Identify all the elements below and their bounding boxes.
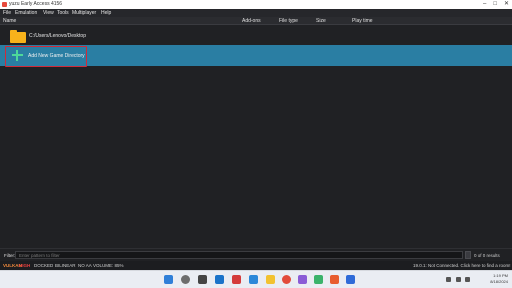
- menu-view[interactable]: View: [43, 9, 54, 17]
- wifi-icon[interactable]: [456, 277, 461, 282]
- status-network[interactable]: 19.0.1: Not Connected. Click here to fin…: [413, 261, 511, 270]
- filter-result-count: 0 of 0 results: [474, 253, 500, 258]
- filter-clear-button[interactable]: [465, 251, 471, 259]
- maximize-icon[interactable]: □: [493, 0, 497, 9]
- menu-tools[interactable]: Tools: [57, 9, 69, 17]
- edge-icon[interactable]: [249, 275, 258, 284]
- close-icon[interactable]: ✕: [504, 0, 509, 9]
- status-gpu-accuracy[interactable]: HIGH: [19, 261, 30, 270]
- column-addons[interactable]: Add-ons: [242, 17, 261, 25]
- filter-label: Filter:: [4, 253, 16, 258]
- menu-emulation[interactable]: Emulation: [15, 9, 37, 17]
- filter-input[interactable]: [16, 252, 462, 258]
- chrome-icon[interactable]: [282, 275, 291, 284]
- filter-field: [15, 251, 463, 259]
- title-bar: yuzu Early Access 4156 – □ ✕: [0, 0, 512, 9]
- window-title: yuzu Early Access 4156: [9, 1, 63, 7]
- app-icon-2[interactable]: [298, 275, 307, 284]
- widgets-icon[interactable]: [215, 275, 224, 284]
- column-filetype[interactable]: File type: [279, 17, 298, 25]
- app-icon-3[interactable]: [314, 275, 323, 284]
- add-game-directory-row[interactable]: Add New Game Directory: [0, 45, 512, 67]
- status-filter-mode[interactable]: BILINEAR: [55, 261, 76, 270]
- game-list-header: Name Add-ons File type Size Play time: [0, 17, 512, 25]
- search-icon[interactable]: [181, 275, 190, 284]
- column-name[interactable]: Name: [3, 17, 16, 25]
- menu-file[interactable]: File: [3, 9, 11, 17]
- menu-multiplayer[interactable]: Multiplayer: [72, 9, 96, 17]
- status-antialiasing[interactable]: NO AA: [78, 261, 92, 270]
- plus-icon: [12, 50, 23, 61]
- menu-bar: File Emulation View Tools Multiplayer He…: [0, 9, 512, 17]
- add-game-directory-label: Add New Game Directory: [28, 53, 85, 59]
- windows-taskbar: 1:19 PM 8/18/2024: [0, 270, 512, 288]
- folder-icon: [10, 30, 26, 43]
- app-icon-4[interactable]: [346, 275, 355, 284]
- yuzu-app-icon: [2, 2, 7, 7]
- yuzu-taskbar-icon[interactable]: [330, 275, 339, 284]
- status-bar: VULKAN HIGH DOCKED BILINEAR NO AA VOLUME…: [0, 261, 512, 270]
- status-volume[interactable]: VOLUME: 85%: [93, 261, 124, 270]
- game-directory-row[interactable]: C:/Users/Lenovo/Desktop: [0, 28, 512, 45]
- windows-start-icon[interactable]: [164, 275, 173, 284]
- task-view-icon[interactable]: [198, 275, 207, 284]
- app-icon-1[interactable]: [232, 275, 241, 284]
- menu-help[interactable]: Help: [101, 9, 111, 17]
- game-list: C:/Users/Lenovo/Desktop Add New Game Dir…: [0, 25, 512, 248]
- directory-path: C:/Users/Lenovo/Desktop: [29, 33, 86, 39]
- taskbar-clock[interactable]: 1:19 PM 8/18/2024: [478, 273, 508, 285]
- speaker-icon[interactable]: [465, 277, 470, 282]
- tray-chevron-icon[interactable]: [446, 277, 451, 282]
- minimize-icon[interactable]: –: [483, 0, 486, 9]
- status-dock-mode[interactable]: DOCKED: [34, 261, 53, 270]
- file-explorer-icon[interactable]: [266, 275, 275, 284]
- window-controls: – □ ✕: [483, 0, 509, 9]
- column-playtime[interactable]: Play time: [352, 17, 373, 25]
- clock-date: 8/18/2024: [490, 279, 508, 284]
- filter-bar: Filter: 0 of 0 results: [0, 248, 512, 261]
- column-size[interactable]: Size: [316, 17, 326, 25]
